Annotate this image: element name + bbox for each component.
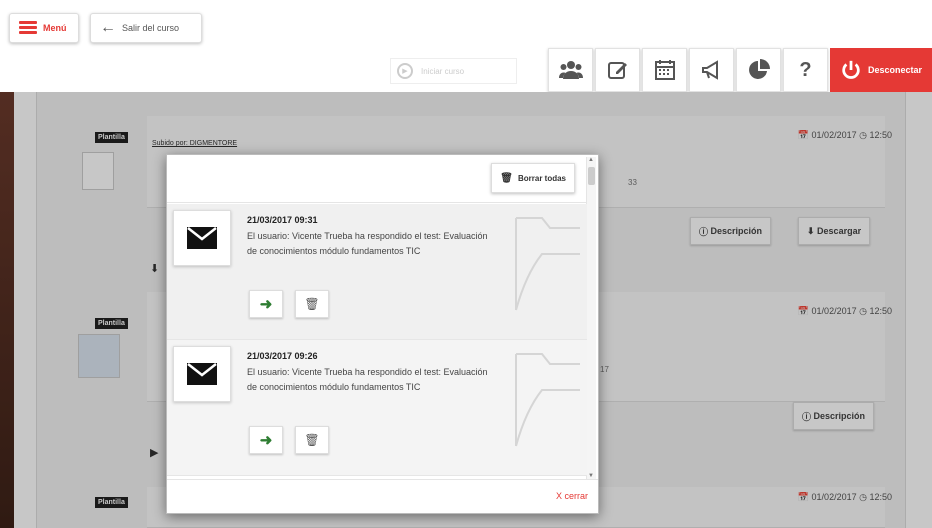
disconnect-label: Desconectar xyxy=(868,65,923,75)
trash-icon: 🗑 xyxy=(304,433,320,447)
trash-icon: 🗑 xyxy=(500,172,513,184)
arrow-right-icon: ➜ xyxy=(259,432,273,449)
menu-label: Menú xyxy=(43,23,67,33)
close-modal-link[interactable]: X cerrar xyxy=(556,491,588,501)
help-button[interactable]: ? xyxy=(783,48,828,92)
notification-item: 21/03/2017 09:31 El usuario: Vicente Tru… xyxy=(167,204,587,340)
toolbar: ? Desconectar xyxy=(546,48,932,92)
open-notification-button[interactable]: ➜ xyxy=(249,426,283,454)
trash-icon: 🗑 xyxy=(304,297,320,311)
clear-all-button[interactable]: 🗑 Borrar todas xyxy=(491,163,575,193)
scroll-up-icon[interactable]: ▲ xyxy=(588,157,594,163)
notification-message: El usuario: Vicente Trueba ha respondido… xyxy=(247,231,488,256)
init-course-label: Iniciar curso xyxy=(421,66,465,76)
notification-list: 21/03/2017 09:31 El usuario: Vicente Tru… xyxy=(167,204,587,476)
exit-course-label: Salir del curso xyxy=(122,23,180,33)
notification-datetime: 21/03/2017 09:31 xyxy=(247,215,318,225)
clear-all-label: Borrar todas xyxy=(517,173,566,183)
arrow-right-icon: ➜ xyxy=(259,296,273,313)
open-notification-button[interactable]: ➜ xyxy=(249,290,283,318)
edit-button[interactable] xyxy=(595,48,640,92)
users-button[interactable] xyxy=(548,48,593,92)
scrollbar[interactable]: ▲ ▼ xyxy=(586,157,596,479)
modal-footer: X cerrar xyxy=(167,479,598,513)
calendar-button[interactable] xyxy=(642,48,687,92)
delete-notification-button[interactable]: 🗑 xyxy=(295,426,329,454)
top-bar: Menú ← Salir del curso ▶ Iniciar curso ?… xyxy=(0,0,932,92)
help-icon: ? xyxy=(799,58,812,81)
announcements-button[interactable] xyxy=(689,48,734,92)
notification-datetime: 21/03/2017 09:26 xyxy=(247,351,318,361)
notifications-modal: 🗑 Borrar todas ▲ ▼ 21/03/2017 09:31 El u… xyxy=(166,154,599,514)
delete-notification-button[interactable]: 🗑 xyxy=(295,290,329,318)
notification-item: 21/03/2017 09:26 El usuario: Vicente Tru… xyxy=(167,340,587,476)
scroll-thumb[interactable] xyxy=(588,167,595,185)
exit-course-button[interactable]: ← Salir del curso xyxy=(90,13,202,43)
disconnect-button[interactable]: Desconectar xyxy=(830,48,932,92)
hamburger-icon xyxy=(19,21,37,35)
play-icon: ▶ xyxy=(397,63,413,79)
megaphone-icon xyxy=(701,60,718,80)
pie-chart-icon xyxy=(748,59,770,79)
power-icon xyxy=(842,60,860,79)
folder-icon xyxy=(515,217,580,311)
envelope-icon xyxy=(173,210,231,266)
notification-message: El usuario: Vicente Trueba ha respondido… xyxy=(247,367,488,392)
init-course-button[interactable]: ▶ Iniciar curso xyxy=(390,58,517,84)
calendar-icon xyxy=(654,60,675,80)
users-icon xyxy=(558,61,583,79)
menu-button[interactable]: Menú xyxy=(9,13,79,43)
modal-header: 🗑 Borrar todas xyxy=(167,155,587,203)
arrow-left-icon: ← xyxy=(100,19,116,36)
folder-icon xyxy=(515,353,580,447)
stats-button[interactable] xyxy=(736,48,781,92)
envelope-icon xyxy=(173,346,231,402)
edit-icon xyxy=(607,62,627,79)
